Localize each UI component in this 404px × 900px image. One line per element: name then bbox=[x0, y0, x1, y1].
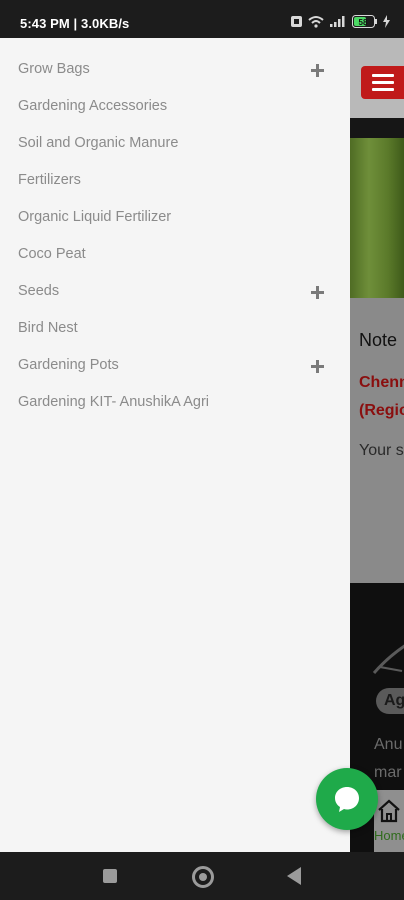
footer-text-line-1: Anu bbox=[374, 736, 403, 753]
recent-apps-icon[interactable] bbox=[103, 869, 117, 883]
drawer-item-label: Coco Peat bbox=[18, 246, 86, 262]
chat-bubble-icon bbox=[335, 787, 359, 812]
drawer-item-gardening-kit[interactable]: Gardening KIT- AnushikA Agri bbox=[0, 385, 350, 422]
drawer-item-label: Gardening KIT- AnushikA Agri bbox=[18, 394, 210, 410]
expand-plus-icon[interactable] bbox=[311, 64, 324, 77]
menu-bar-icon bbox=[372, 74, 394, 77]
footer-text-line-2: mar bbox=[374, 764, 402, 781]
system-nav-bar bbox=[0, 852, 404, 900]
expand-plus-icon[interactable] bbox=[311, 360, 324, 373]
wifi-icon bbox=[308, 16, 324, 28]
note-red-line-2: (Regio bbox=[359, 402, 404, 419]
expand-plus-icon[interactable] bbox=[311, 286, 324, 299]
chat-button[interactable] bbox=[316, 768, 378, 830]
drawer-item-bird-nest[interactable]: Bird Nest bbox=[0, 311, 350, 348]
note-heading: Note bbox=[359, 330, 398, 350]
bottom-nav: Home bbox=[374, 790, 404, 852]
drawer-item-label: Organic Liquid Fertilizer bbox=[18, 209, 172, 225]
menu-bar-icon bbox=[372, 88, 394, 91]
drawer-item-seeds[interactable]: Seeds bbox=[0, 274, 350, 311]
drawer-item-label: Gardening Accessories bbox=[18, 98, 168, 114]
home-button-icon[interactable] bbox=[192, 866, 214, 888]
hamburger-menu-button[interactable] bbox=[361, 66, 404, 99]
drawer-item-label: Seeds bbox=[18, 283, 60, 299]
back-icon[interactable] bbox=[287, 867, 301, 885]
home-icon[interactable] bbox=[376, 798, 402, 824]
charging-icon bbox=[383, 15, 390, 28]
drawer-item-label: Bird Nest bbox=[18, 320, 78, 336]
background-page: Note Chenn (Regio Your s Ag Anu mar Home bbox=[350, 38, 404, 852]
drawer-item-label: Gardening Pots bbox=[18, 357, 119, 373]
status-bar: 5:43 PM | 3.0KB/s 58 bbox=[0, 0, 404, 38]
drawer-item-soil-and-organic-manure[interactable]: Soil and Organic Manure bbox=[0, 126, 350, 163]
signal-icon bbox=[330, 16, 345, 27]
navigation-drawer: Grow Bags Gardening Accessories Soil and… bbox=[0, 38, 350, 852]
drawer-item-coco-peat[interactable]: Coco Peat bbox=[0, 237, 350, 274]
menu-bar-icon bbox=[372, 81, 394, 84]
drawer-item-label: Fertilizers bbox=[18, 172, 81, 188]
brand-badge: Ag bbox=[376, 688, 404, 714]
note-text: Your s bbox=[359, 442, 404, 459]
drawer-item-fertilizers[interactable]: Fertilizers bbox=[0, 163, 350, 200]
drawer-item-gardening-accessories[interactable]: Gardening Accessories bbox=[0, 89, 350, 126]
drawer-item-grow-bags[interactable]: Grow Bags bbox=[0, 52, 350, 89]
battery-level: 58 bbox=[359, 18, 368, 27]
battery-icon: 58 bbox=[352, 15, 377, 28]
drawer-item-gardening-pots[interactable]: Gardening Pots bbox=[0, 348, 350, 385]
hero-image bbox=[350, 138, 404, 298]
background-strip bbox=[350, 118, 404, 138]
drawer-item-label: Grow Bags bbox=[18, 61, 90, 77]
home-nav-label[interactable]: Home bbox=[374, 828, 404, 843]
status-icons: 58 bbox=[290, 15, 390, 28]
note-red-line-1: Chenn bbox=[359, 374, 404, 391]
drawer-item-label: Soil and Organic Manure bbox=[18, 135, 179, 151]
status-time: 5:43 PM | 3.0KB/s bbox=[20, 16, 130, 31]
alarm-icon bbox=[291, 16, 302, 27]
brand-logo-icon bbox=[372, 644, 404, 674]
drawer-item-organic-liquid-fertilizer[interactable]: Organic Liquid Fertilizer bbox=[0, 200, 350, 237]
